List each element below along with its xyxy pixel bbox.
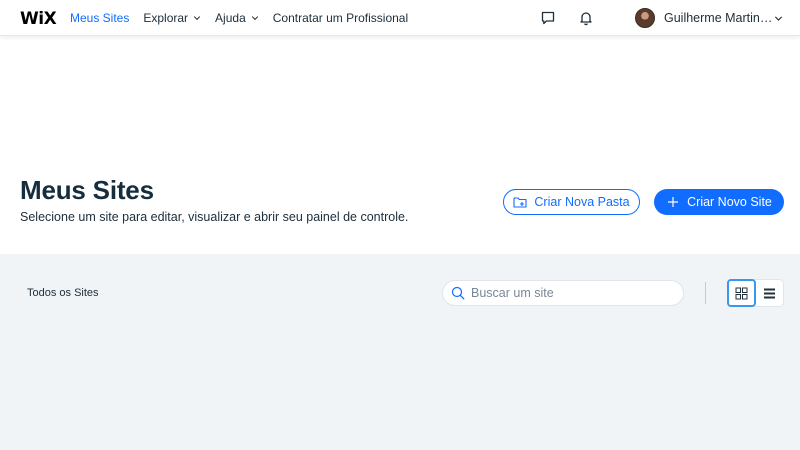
user-name[interactable]: Guilherme Martin… [664,11,772,25]
chevron-down-icon [251,16,258,21]
page-title: Meus Sites [20,175,154,205]
create-site-button[interactable]: Criar Novo Site [654,189,784,215]
nav-item-label: Ajuda [215,11,246,25]
top-navigation-bar: WiX Meus Sites Explorar Ajuda Contratar … [0,0,800,36]
folder-filter-label[interactable]: Todos os Sites [27,287,99,299]
create-site-label: Criar Novo Site [687,195,772,209]
nav-item-contratar-profissional[interactable]: Contratar um Profissional [273,11,408,25]
list-view-icon [763,288,775,298]
list-view-button[interactable] [756,280,783,306]
main-nav: Meus Sites Explorar Ajuda Contratar um P… [70,0,422,36]
grid-view-button[interactable] [727,279,756,307]
bell-icon[interactable] [578,10,594,26]
sites-panel: Todos os Sites [0,254,800,450]
search-input[interactable] [471,286,671,300]
page-subtitle: Selecione um site para editar, visualiza… [20,210,409,224]
nav-item-label: Contratar um Profissional [272,11,409,25]
chat-bubble-icon[interactable] [540,10,556,26]
grid-view-icon [735,287,748,299]
folder-plus-icon [513,197,527,208]
nav-item-label: Meus Sites [70,11,130,25]
chevron-down-icon [193,16,201,21]
nav-item-label: Explorar [143,11,189,25]
user-avatar[interactable] [635,8,655,28]
view-mode-toggle [727,279,784,307]
create-folder-label: Criar Nova Pasta [534,195,630,209]
toolbar-divider [705,282,706,304]
wix-logo[interactable]: WiX [20,9,57,29]
chevron-down-icon[interactable] [774,14,783,23]
nav-item-ajuda[interactable]: Ajuda [215,11,259,25]
nav-item-explorar[interactable]: Explorar [143,11,201,25]
create-folder-button[interactable]: Criar Nova Pasta [503,189,640,215]
plus-icon [668,197,679,207]
nav-item-meus-sites[interactable]: Meus Sites [70,11,129,25]
search-box[interactable] [442,280,684,306]
search-icon [451,286,465,300]
